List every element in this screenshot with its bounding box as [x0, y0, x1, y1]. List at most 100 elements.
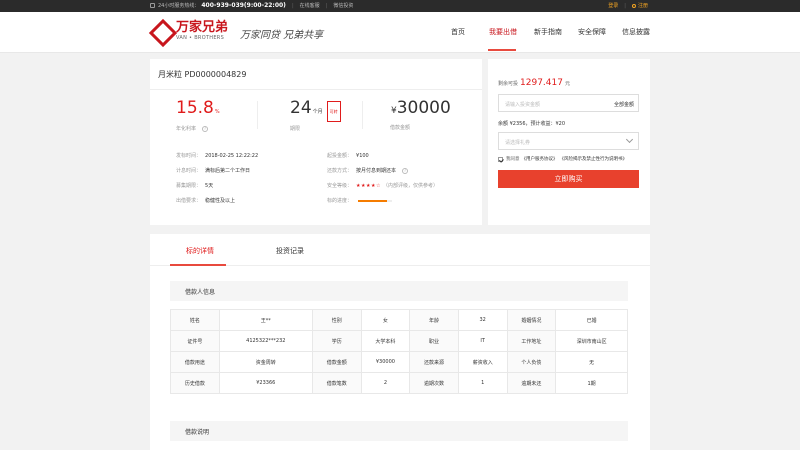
logo-mark-icon	[150, 20, 172, 42]
invest-amount-input[interactable]: 请输入投资金额 全部金额	[498, 94, 639, 112]
logo[interactable]: 万家兄弟 VAN • BROTHERS	[150, 20, 228, 42]
divider: |	[291, 2, 294, 9]
tab-bar: 标的详情 投资记录	[150, 234, 650, 266]
table-key-cell: 历史借款	[170, 372, 220, 394]
table-row: 历史借款 ¥23366 借款笔数 2 逾期次数 1 逾期未还 1期	[170, 372, 628, 394]
nav-guide[interactable]: 新手指南	[534, 27, 562, 37]
tab-detail[interactable]: 标的详情	[186, 246, 214, 256]
nav-security[interactable]: 安全保障	[578, 27, 606, 37]
table-key-cell: 借款笔数	[311, 372, 362, 394]
borrower-section-header: 借款人信息	[170, 281, 628, 301]
divider	[257, 101, 258, 129]
star-rating-icon: ★★★★☆	[356, 182, 381, 189]
available-unit: 元	[564, 81, 570, 87]
available-label: 剩余可投	[498, 81, 519, 87]
divider: |	[325, 2, 328, 9]
table-value-cell: 薪资收入	[457, 351, 508, 373]
detail-panel: 标的详情 投资记录 借款人信息 姓名 王** 性别女年龄 32 婚姻情况 已婚 证件号 412…	[150, 234, 650, 450]
table-value-cell: 已婚	[555, 309, 628, 331]
buy-now-button[interactable]: 立即购买	[498, 170, 639, 188]
help-icon[interactable]: ?	[202, 125, 209, 132]
table-value-cell: 王**	[218, 309, 313, 331]
table-key-cell: 婚姻情况	[506, 309, 557, 331]
amount-stat: ¥30000 借款金额	[390, 98, 451, 132]
requirement-key: 出借要求：	[176, 198, 202, 204]
description-section-title: 借款说明	[185, 429, 210, 436]
product-title: 月米粒 PD0000004829	[158, 70, 247, 79]
online-service-link[interactable]: 在线客服	[300, 2, 320, 9]
rate-stat: 15.8% 年化利率?	[176, 99, 220, 133]
table-value-cell: 深圳市南山区	[555, 330, 628, 352]
table-value-cell: 资金周转	[218, 351, 313, 373]
agree-prefix: 我同意	[506, 157, 520, 162]
publish-time: 发标时间： 2018-02-25 12:22:22	[176, 152, 258, 160]
term-unit: 个月	[312, 109, 323, 115]
agreement: 我同意 《用户服务协议》 《风险揭示及禁止性行为说明书》	[498, 156, 627, 162]
table-key-cell: 证件号	[170, 330, 220, 352]
lock-period-key: 募集期限：	[176, 183, 202, 189]
min-amount-key: 起投金额：	[327, 153, 353, 159]
agree-checkbox[interactable]	[498, 156, 503, 162]
nav-invest[interactable]: 我要出借	[489, 27, 517, 37]
table-key-cell: 借款用途	[170, 351, 220, 373]
transfer-tag: 可转	[326, 101, 341, 122]
available-value: 1297.417	[520, 78, 563, 88]
safety-key: 安全等级：	[327, 183, 353, 189]
amount-value: 30000	[396, 98, 451, 118]
service-agreement-link[interactable]: 《用户服务协议》	[522, 156, 558, 162]
repay-key: 还款方式：	[327, 168, 353, 174]
rate-unit: %	[214, 109, 220, 115]
hotline: 24小时服务热线： 400-939-039(9:00-22:00) | 在线客服…	[150, 2, 353, 9]
coupon-select[interactable]: 请选择礼券	[498, 132, 639, 150]
user-icon	[631, 3, 636, 8]
table-value-cell: 无	[555, 351, 628, 373]
nav-home[interactable]: 首页	[451, 27, 465, 37]
table-key-cell: 姓名	[170, 309, 220, 331]
table-value-cell: 1	[457, 372, 508, 394]
interest-time: 计息时间： 满标后第二个工作日	[176, 167, 250, 174]
description-section-header: 借款说明	[170, 421, 628, 441]
progress-bar	[358, 199, 393, 202]
borrower-section-title: 借款人信息	[185, 289, 216, 296]
publish-time-key: 发标时间：	[176, 153, 202, 159]
all-amount-button[interactable]: 全部金额	[614, 101, 634, 108]
table-value-cell: 2	[360, 372, 411, 394]
purchase-card: 剩余可投 1297.417 元 请输入投资金额 全部金额 余额 ¥2356，预计…	[488, 59, 650, 225]
table-value-cell: 大学本科	[360, 330, 411, 352]
amount-label: 借款金额	[390, 125, 411, 131]
borrower-table: 姓名 王** 性别女年龄 32 婚姻情况 已婚 证件号 4125322***232 学历 大学本科…	[170, 309, 628, 394]
safety-note: （内部评级，仅供参考）	[382, 183, 438, 189]
divider: |	[624, 2, 626, 9]
slogan: 万家同贷 兄弟共享	[240, 30, 324, 41]
product-card: 月米粒 PD0000004829 15.8% 年化利率? 24个月 可转 期限 ¥…	[150, 59, 482, 225]
table-row: 证件号 4125322***232 学历 大学本科 职业 IT 工作地址 深圳市南山区	[170, 330, 628, 352]
min-amount-value: ¥100	[356, 152, 369, 159]
top-bar: 24小时服务热线： 400-939-039(9:00-22:00) | 在线客服…	[0, 0, 800, 12]
hotline-label: 24小时服务热线：	[158, 3, 200, 9]
coupon-placeholder: 请选择礼券	[505, 140, 531, 146]
table-value-cell: 4125322***232	[218, 330, 313, 352]
table-key-cell: 逾期未还	[506, 372, 557, 394]
min-amount: 起投金额： ¥100	[327, 152, 369, 160]
table-key-cell: 性别	[311, 309, 362, 331]
table-value-cell: IT	[457, 330, 508, 352]
risk-disclosure-link[interactable]: 《风险揭示及禁止性行为说明书》	[560, 156, 628, 162]
table-key-cell: 学历	[311, 330, 362, 352]
help-icon[interactable]: ?	[402, 167, 409, 174]
divider	[150, 89, 482, 90]
interest-time-key: 计息时间：	[176, 168, 202, 174]
table-key-cell: 职业	[409, 330, 459, 352]
hotline-number: 400-939-039(9:00-22:00)	[201, 2, 286, 9]
table-row: 借款用途 资金周转 借款金额 ¥30000 还款来源 薪资收入 个人负债无	[170, 351, 628, 373]
wechat-link[interactable]: 微信投资	[333, 2, 353, 9]
register-link[interactable]: 注册	[638, 2, 648, 9]
nav-disclosure[interactable]: 信息披露	[622, 27, 650, 37]
table-value-cell: 32	[457, 309, 508, 331]
tab-records[interactable]: 投资记录	[276, 246, 304, 256]
invest-placeholder: 请输入投资金额	[505, 102, 541, 108]
table-value-cell: ¥23366	[218, 372, 313, 394]
table-key-cell: 个人负债	[506, 351, 557, 373]
progress: 标的进度：	[327, 197, 393, 204]
header: 万家兄弟 VAN • BROTHERS 万家同贷 兄弟共享 首页 我要出借 新手…	[0, 12, 800, 53]
login-link[interactable]: 登录	[608, 2, 618, 9]
